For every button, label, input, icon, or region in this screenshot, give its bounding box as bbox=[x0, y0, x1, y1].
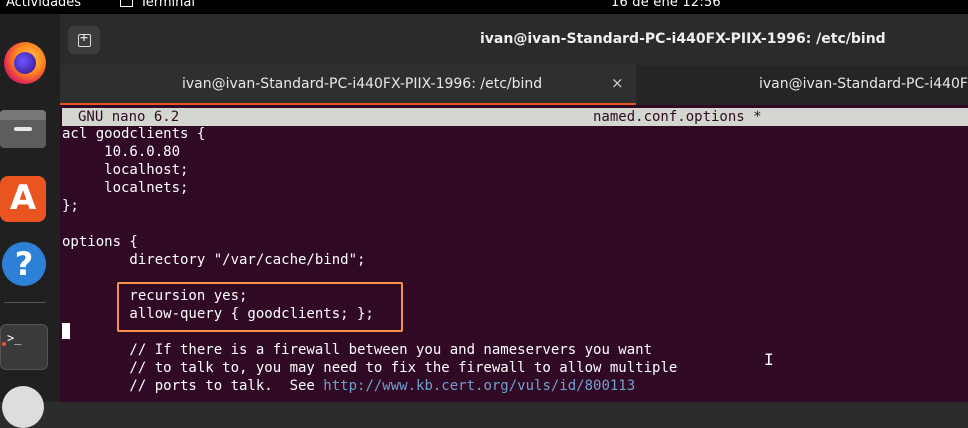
terminal-window: + ivan@ivan-Standard-PC-i440FX-PIIX-1996… bbox=[60, 14, 968, 402]
app-center-icon[interactable]: A bbox=[0, 176, 46, 222]
header-bar: + ivan@ivan-Standard-PC-i440FX-PIIX-1996… bbox=[60, 14, 968, 65]
code-line: // to talk to, you may need to fix the f… bbox=[62, 360, 678, 376]
code-line: acl goodclients { bbox=[62, 126, 206, 142]
tab-bar: ivan@ivan-Standard-PC-i440FX-PIIX-1996: … bbox=[60, 65, 968, 105]
disc-icon[interactable] bbox=[2, 386, 44, 428]
code-line: }; bbox=[62, 198, 79, 214]
activities-button[interactable]: Actividades bbox=[6, 0, 81, 10]
new-tab-button[interactable]: + bbox=[68, 26, 100, 54]
nano-filename: named.conf.options * bbox=[593, 109, 762, 125]
terminal-icon[interactable]: >_ bbox=[0, 324, 48, 370]
files-icon[interactable] bbox=[0, 110, 46, 148]
dock-separator bbox=[4, 302, 46, 303]
top-bar: Actividades Terminal 16 de ene 12:56 bbox=[0, 0, 968, 14]
code-line: directory "/var/cache/bind"; bbox=[62, 252, 366, 268]
highlight-box bbox=[117, 282, 403, 332]
code-line: options { bbox=[62, 234, 138, 250]
running-indicator bbox=[2, 342, 6, 346]
terminal-prompt-glyph: >_ bbox=[7, 331, 22, 345]
help-icon[interactable]: ? bbox=[2, 242, 46, 286]
firefox-icon[interactable] bbox=[4, 42, 46, 84]
mouse-ibeam-icon: I bbox=[764, 350, 774, 369]
code-line: localnets; bbox=[62, 180, 189, 196]
cert-link[interactable]: http://www.kb.cert.org/vuls/id/800113 bbox=[323, 378, 635, 394]
nano-version: GNU nano 6.2 bbox=[78, 109, 180, 125]
app-menu-label[interactable]: Terminal bbox=[140, 0, 195, 10]
code-line: 10.6.0.80 bbox=[62, 144, 181, 160]
tab-label: ivan@ivan-Standard-PC-i440FX-PIIX-1996: … bbox=[759, 76, 968, 92]
window-title: ivan@ivan-Standard-PC-i440FX-PIIX-1996: … bbox=[480, 31, 886, 47]
code-line: // ports to talk. See http://www.kb.cert… bbox=[62, 377, 635, 395]
nano-title-bar: GNU nano 6.2 named.conf.options * bbox=[62, 108, 968, 126]
terminal-small-icon bbox=[120, 0, 133, 7]
dock: A ? >_ bbox=[0, 14, 60, 428]
tab-2[interactable]: ivan@ivan-Standard-PC-i440FX-PIIX-1996: … bbox=[638, 65, 968, 105]
close-tab-icon[interactable]: × bbox=[611, 74, 624, 92]
clock[interactable]: 16 de ene 12:56 bbox=[611, 0, 721, 10]
tab-1[interactable]: ivan@ivan-Standard-PC-i440FX-PIIX-1996: … bbox=[60, 65, 636, 105]
comment-text: // ports to talk. See bbox=[62, 378, 324, 394]
code-line: // If there is a firewall between you an… bbox=[62, 342, 653, 358]
code-line: localhost; bbox=[62, 162, 189, 178]
terminal-content[interactable]: GNU nano 6.2 named.conf.options * acl go… bbox=[60, 105, 968, 402]
tab-label: ivan@ivan-Standard-PC-i440FX-PIIX-1996: … bbox=[182, 76, 543, 92]
text-cursor bbox=[62, 323, 70, 339]
